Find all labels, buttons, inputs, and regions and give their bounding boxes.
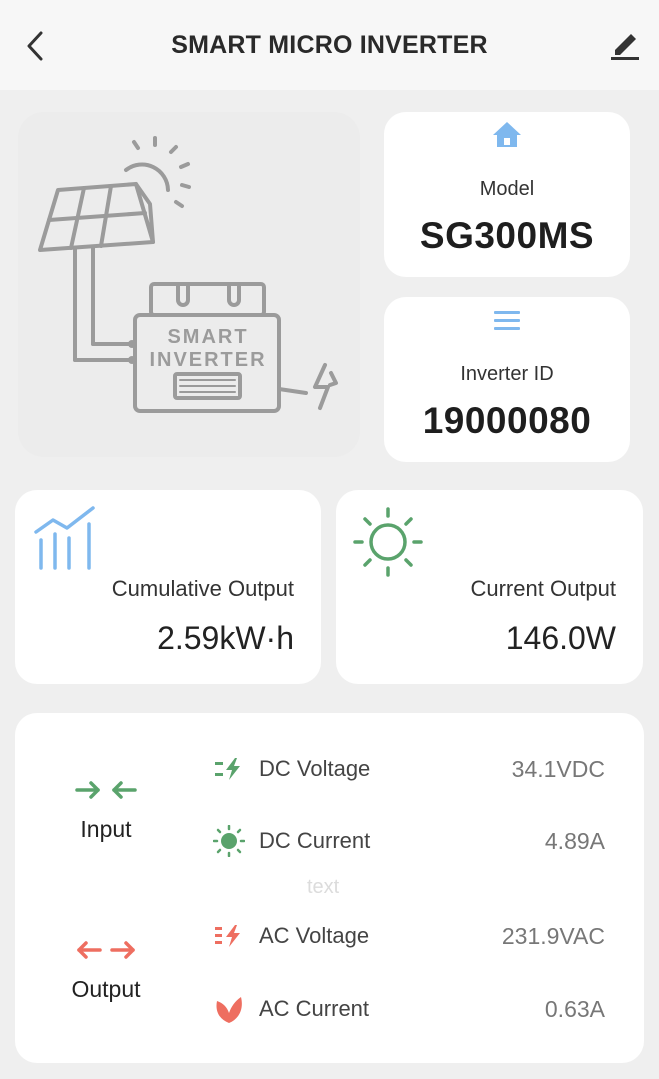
input-label: Input bbox=[80, 816, 132, 842]
top-bar: SMART MICRO INVERTER bbox=[0, 0, 659, 90]
model-label: Model bbox=[479, 178, 535, 200]
cumulative-output-label: Cumulative Output bbox=[111, 576, 294, 601]
inverter-id-card: Inverter ID 19000080 bbox=[384, 297, 630, 462]
ac-voltage-value: 231.9VAC bbox=[501, 922, 605, 949]
chevron-left-icon bbox=[27, 31, 43, 61]
dc-voltage-label: DC Voltage bbox=[259, 756, 371, 781]
menu-lines-icon bbox=[494, 311, 520, 330]
current-output-card: Current Output 146.0W bbox=[336, 490, 643, 684]
arrows-outward-icon bbox=[77, 941, 135, 959]
cumulative-output-card: Cumulative Output 2.59kW·h bbox=[15, 490, 321, 684]
input-section: Input bbox=[51, 779, 161, 843]
model-card: Model SG300MS bbox=[384, 112, 630, 277]
leaf-icon bbox=[216, 997, 242, 1023]
edit-button[interactable] bbox=[607, 26, 643, 62]
current-output-value: 146.0W bbox=[505, 620, 616, 656]
ac-voltage-label: AC Voltage bbox=[259, 923, 370, 948]
param-row-ac-current: AC Current 0.63A bbox=[213, 989, 605, 1029]
cumulative-output-value: 2.59kW·h bbox=[157, 620, 294, 656]
dc-voltage-value: 34.1VDC bbox=[511, 755, 605, 782]
current-output-label: Current Output bbox=[470, 576, 616, 601]
illustration-label-1: SMART bbox=[167, 326, 248, 348]
solar-inverter-illustration: SMART INVERTER bbox=[38, 136, 338, 413]
home-icon bbox=[493, 122, 521, 147]
back-button[interactable] bbox=[18, 28, 54, 64]
placeholder-text: text bbox=[307, 876, 340, 898]
dc-voltage-icon bbox=[215, 758, 240, 780]
param-row-ac-voltage: AC Voltage 231.9VAC bbox=[213, 916, 605, 956]
illustration-label-2: INVERTER bbox=[149, 349, 266, 371]
dc-current-value: 4.89A bbox=[544, 827, 605, 854]
parameters-card: Input Output DC Voltage 34.1VDC DC Curre… bbox=[15, 713, 644, 1063]
sun-filled-icon bbox=[213, 825, 245, 857]
ac-current-label: AC Current bbox=[259, 996, 370, 1021]
model-value: SG300MS bbox=[419, 215, 595, 256]
chart-icon bbox=[34, 506, 95, 570]
output-label: Output bbox=[71, 976, 141, 1002]
page-title: SMART MICRO INVERTER bbox=[171, 30, 488, 59]
arrows-inward-icon bbox=[75, 781, 137, 799]
sun-icon bbox=[353, 507, 423, 577]
dc-current-label: DC Current bbox=[259, 828, 371, 853]
inverter-illustration: SMART INVERTER bbox=[18, 112, 360, 457]
inverter-id-value: 19000080 bbox=[422, 400, 592, 441]
ac-voltage-icon bbox=[215, 925, 240, 947]
inverter-id-label: Inverter ID bbox=[460, 363, 554, 385]
pencil-icon bbox=[611, 34, 639, 60]
param-row-dc-voltage: DC Voltage 34.1VDC bbox=[213, 749, 605, 789]
output-section: Output bbox=[51, 939, 161, 1003]
ac-current-value: 0.63A bbox=[544, 995, 605, 1022]
param-row-dc-current: DC Current 4.89A bbox=[213, 821, 605, 861]
